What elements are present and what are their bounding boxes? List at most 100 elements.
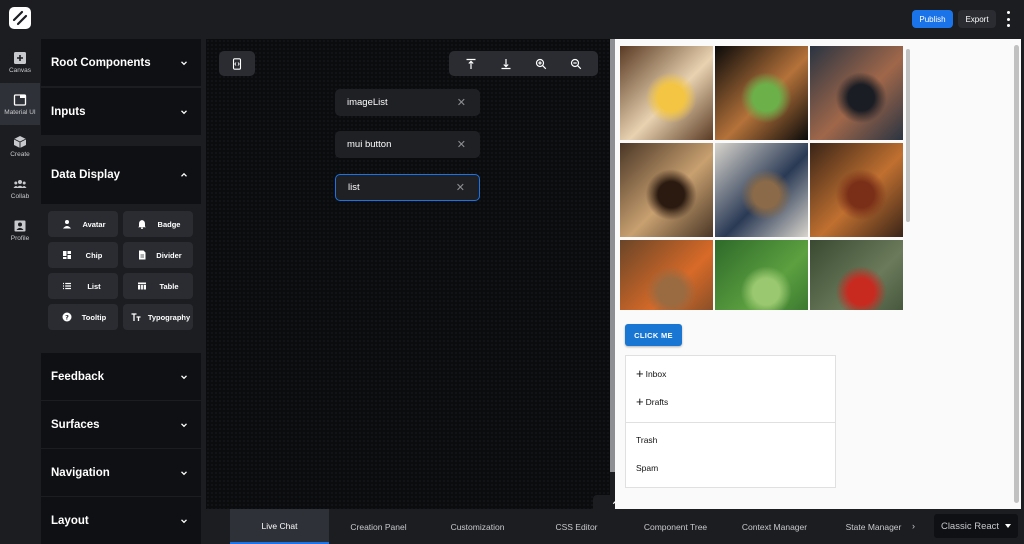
accordion-surfaces[interactable]: Surfaces — [41, 401, 201, 448]
zoom-in-icon[interactable] — [535, 58, 547, 70]
export-button[interactable]: Export — [958, 10, 996, 28]
plus-icon: + — [636, 394, 644, 409]
accordion-title: Feedback — [51, 370, 105, 383]
component-typography[interactable]: Typography — [123, 304, 193, 330]
list-item-label: Inbox — [645, 368, 667, 379]
component-list[interactable]: List — [48, 273, 118, 299]
data-display-items: Avatar Badge Chip Divider List Table ? T… — [41, 204, 201, 343]
image-fern[interactable] — [715, 240, 808, 310]
dashboard-icon — [63, 251, 71, 259]
bottom-panel-tabs: Live Chat Creation Panel Customization C… — [206, 509, 1024, 544]
canvas-toolbar — [449, 51, 598, 76]
tab-customization[interactable]: Customization — [428, 509, 527, 544]
list-item-label: Drafts — [645, 396, 669, 407]
list-item-label: Spam — [636, 463, 659, 473]
accordion-title: Surfaces — [51, 418, 100, 431]
list-item-drafts[interactable]: + Drafts — [636, 395, 668, 408]
tab-context-manager[interactable]: Context Manager — [725, 509, 824, 544]
list-item-inbox[interactable]: + Inbox — [636, 367, 666, 380]
framework-select-value: Classic React — [940, 520, 1000, 532]
rail-item-canvas[interactable]: Canvas — [0, 41, 40, 83]
text-fields-icon — [131, 313, 141, 321]
accordion-inputs[interactable]: Inputs — [41, 88, 201, 135]
rail-item-create[interactable]: Create — [0, 125, 40, 167]
list-item-spam[interactable]: Spam — [636, 463, 658, 473]
publish-button[interactable]: Publish — [912, 10, 953, 28]
component-badge[interactable]: Badge — [123, 211, 193, 237]
component-tooltip[interactable]: ? Tooltip — [48, 304, 118, 330]
image-honey[interactable] — [810, 143, 903, 237]
app-logo-icon[interactable] — [8, 6, 32, 30]
list-item-trash[interactable]: Trash — [636, 435, 657, 445]
chevron-down-icon — [181, 470, 187, 475]
cube-icon — [13, 135, 27, 148]
component-label: Chip — [85, 250, 103, 260]
mui-list: + Inbox + Drafts Trash Spam — [625, 355, 836, 488]
accordion-navigation[interactable]: Navigation — [41, 449, 201, 496]
list-divider — [626, 422, 835, 423]
image-hats[interactable] — [715, 143, 808, 237]
image-burger[interactable] — [715, 46, 808, 140]
list-icon — [63, 282, 71, 290]
accordion-title: Inputs — [51, 105, 86, 118]
rail-item-profile[interactable]: Profile — [0, 209, 40, 251]
tab-component-tree[interactable]: Component Tree — [626, 509, 725, 544]
bell-icon — [138, 220, 146, 229]
component-chip[interactable]: Chip — [48, 242, 118, 268]
plus-square-icon — [14, 51, 26, 64]
canvas-component-list[interactable]: list ✕ — [335, 174, 480, 201]
zoom-out-icon[interactable] — [570, 58, 582, 70]
chevron-right-icon[interactable]: › — [912, 521, 915, 531]
tab-live-chat[interactable]: Live Chat — [230, 509, 329, 544]
accordion-feedback[interactable]: Feedback — [41, 353, 201, 400]
image-mushroom[interactable] — [810, 240, 903, 310]
top-bar: Publish Export — [0, 0, 1024, 37]
component-label: List — [87, 281, 101, 291]
image-breakfast[interactable] — [620, 46, 713, 140]
tab-css-editor[interactable]: CSS Editor — [527, 509, 626, 544]
code-view-button[interactable] — [219, 51, 255, 76]
chevron-down-icon — [181, 374, 187, 379]
image-camera[interactable] — [810, 46, 903, 140]
more-vertical-icon[interactable] — [1004, 11, 1012, 27]
click-me-button[interactable]: CLICK ME — [625, 324, 682, 346]
component-name: imageList — [347, 97, 388, 108]
image-coffee[interactable] — [620, 143, 713, 237]
tab-creation-panel[interactable]: Creation Panel — [329, 509, 428, 544]
rail-item-label: Create — [10, 150, 30, 158]
nav-rail: Canvas Material UI Create Collab Profile — [0, 37, 40, 544]
component-label: Table — [159, 281, 179, 291]
component-table[interactable]: Table — [123, 273, 193, 299]
rail-item-label: Profile — [10, 234, 30, 242]
component-name: list — [348, 182, 360, 193]
image-basketball[interactable] — [620, 240, 713, 310]
svg-text:?: ? — [65, 313, 69, 321]
canvas-component-imagelist[interactable]: imageList ✕ — [335, 89, 480, 116]
accordion-title: Root Components — [51, 56, 151, 69]
component-panel: Root Components Inputs Data Display Avat… — [40, 37, 201, 544]
rail-item-material-ui[interactable]: Material UI — [0, 83, 40, 125]
accordion-data-display[interactable]: Data Display — [41, 146, 201, 204]
accordion-root-components[interactable]: Root Components — [41, 39, 201, 86]
close-icon[interactable]: ✕ — [457, 138, 466, 151]
list-item-label: Trash — [636, 435, 658, 445]
tab-state-manager[interactable]: State Manager — [824, 509, 923, 544]
framework-select[interactable]: Classic React — [934, 514, 1018, 538]
window-icon — [13, 93, 27, 106]
chevron-down-icon — [181, 422, 187, 427]
component-divider[interactable]: Divider — [123, 242, 193, 268]
rail-item-collab[interactable]: Collab — [0, 167, 40, 209]
component-label: Typography — [147, 312, 191, 322]
close-icon[interactable]: ✕ — [456, 181, 465, 194]
align-bottom-icon[interactable] — [500, 58, 512, 70]
close-icon[interactable]: ✕ — [457, 96, 466, 109]
code-phone-icon — [232, 57, 242, 70]
group-icon — [13, 179, 27, 188]
component-avatar[interactable]: Avatar — [48, 211, 118, 237]
image-list-scrollbar[interactable] — [906, 49, 910, 222]
align-top-icon[interactable] — [465, 58, 477, 70]
preview-scrollbar[interactable] — [1014, 45, 1019, 503]
component-name: mui button — [347, 139, 392, 150]
canvas-component-mui-button[interactable]: mui button ✕ — [335, 131, 480, 158]
accordion-layout[interactable]: Layout — [41, 497, 201, 544]
